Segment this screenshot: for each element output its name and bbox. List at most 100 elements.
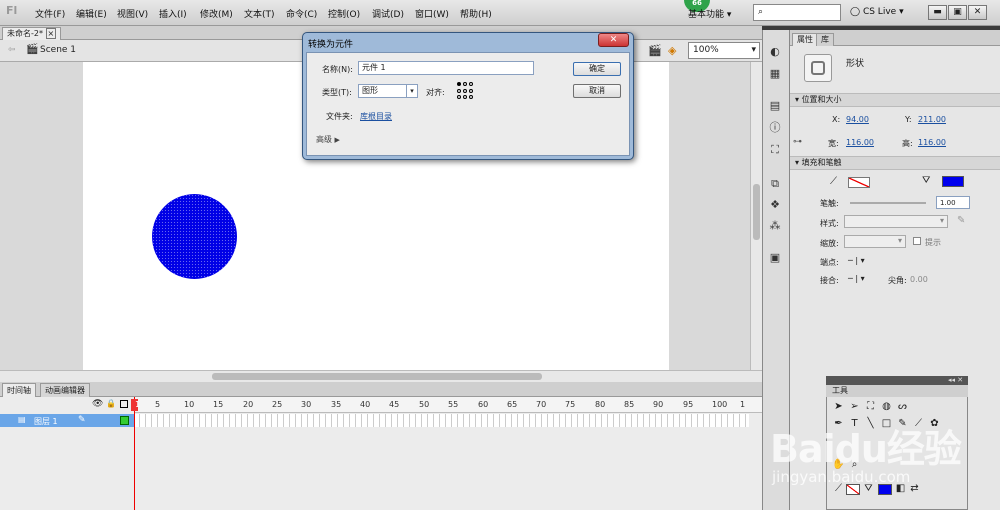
tab-properties[interactable]: 属性 [792,33,818,46]
menu-help[interactable]: 帮助(H) [460,7,492,20]
menu-debug[interactable]: 调试(D) [372,7,404,20]
link-icon[interactable]: ⊶ [793,137,802,147]
symbol-type-value: 图形 [362,86,378,95]
advanced-toggle[interactable]: 高级 ▶ [316,134,340,145]
section-fill-stroke[interactable]: ▾ 填充和笔触 [790,156,1000,170]
scale-select[interactable]: ▾ [844,235,906,248]
transform-icon[interactable]: ⛶ [767,142,783,158]
selection-tool-icon[interactable]: ➤ [832,401,845,413]
close-window-button[interactable]: ✕ [968,5,987,20]
cap-select[interactable]: ─ | ▾ [848,256,865,265]
edit-symbol-icon[interactable]: ◈ [668,44,676,57]
back-arrow-icon[interactable]: ⇦ [8,45,16,55]
symbol-name-input[interactable]: 元件 1 [358,61,534,75]
layer-name[interactable]: 图层 1 [34,416,58,427]
width-label: 宽: [828,139,839,148]
scene-icon: 🎬 [26,44,39,55]
registration-point[interactable] [463,82,467,86]
tab-motion-editor[interactable]: 动画编辑器 [40,383,90,397]
horizontal-scrollbar[interactable] [0,370,762,382]
style-select[interactable]: ▾ [844,215,948,228]
tools-panel-header [826,376,968,385]
3d-rotation-tool-icon[interactable]: ◍ [880,401,893,413]
registration-point[interactable] [457,88,461,93]
motion-presets-icon[interactable]: ⁂ [767,218,783,234]
zoom-select[interactable]: 100% ▾ [688,42,760,59]
hint-checkbox[interactable] [913,237,921,245]
workspace-switcher[interactable]: 基本功能 ▾ [688,7,731,20]
miter-value[interactable]: 0.00 [910,275,928,284]
edit-scene-icon[interactable]: 🎬 [648,44,662,57]
timeline-tick-label: 50 [419,400,430,409]
fill-color-swatch[interactable] [942,176,964,187]
selected-circle-shape[interactable] [152,194,237,279]
subselection-tool-icon[interactable]: ➢ [848,401,861,413]
menu-edit[interactable]: 编辑(E) [76,7,107,20]
document-tab[interactable]: 未命名-2* × [2,27,62,40]
menu-text[interactable]: 文本(T) [244,7,275,20]
search-input[interactable]: ⌕ [753,4,841,21]
vertical-scrollbar[interactable] [750,62,762,370]
ok-button[interactable]: 确定 [573,62,621,76]
timeline-tick-label: 80 [595,400,606,409]
menu-modify[interactable]: 修改(M) [200,7,233,20]
folder-link[interactable]: 库根目录 [360,111,392,122]
menu-insert[interactable]: 插入(I) [159,7,187,20]
stroke-color-swatch[interactable] [848,177,870,188]
registration-point[interactable] [469,88,473,93]
align-icon[interactable]: ▤ [767,98,783,114]
close-tab-icon[interactable]: × [45,28,57,39]
menu-view[interactable]: 视图(V) [117,7,148,20]
cancel-button[interactable]: 取消 [573,84,621,98]
section-position-size[interactable]: ▾ 位置和大小 [790,93,1000,107]
collapse-icon[interactable]: ◂◂ ✕ [948,376,963,384]
lasso-tool-icon[interactable]: ᔕ [896,401,909,413]
cs-live-button[interactable]: ◯ CS Live ▾ [850,7,904,17]
tab-timeline[interactable]: 时间轴 [2,383,36,397]
stroke-input[interactable]: 1.00 [936,196,970,209]
width-value[interactable]: 116.00 [846,138,874,147]
dialog-close-button[interactable]: ✕ [598,33,629,47]
y-value[interactable]: 211.00 [918,115,946,124]
registration-point[interactable] [469,82,473,86]
registration-point[interactable] [457,82,461,86]
scene-label[interactable]: Scene 1 [40,45,76,55]
menu-control[interactable]: 控制(O) [328,7,360,20]
menu-commands[interactable]: 命令(C) [286,7,317,20]
folder-label: 文件夹: [326,112,353,121]
info-icon[interactable]: ⓘ [767,120,783,136]
swatches-icon[interactable]: ▦ [767,66,783,82]
timeline-tick-label: 1 [135,400,141,409]
registration-point[interactable] [463,95,467,100]
join-select[interactable]: ─ | ▾ [848,274,865,283]
registration-point[interactable] [469,95,473,100]
free-transform-tool-icon[interactable]: ⛶ [864,401,877,413]
menu-file[interactable]: 文件(F) [35,7,65,20]
lock-icon[interactable]: 🔒 [106,399,116,408]
edit-stroke-style-icon[interactable]: ✎ [957,215,965,226]
registration-point[interactable] [463,88,467,93]
components-icon[interactable]: ❖ [767,197,783,213]
timeline-tick-label: 55 [448,400,459,409]
tab-library[interactable]: 库 [816,33,834,46]
timeline-tick-label: 100 [712,400,728,409]
stroke-slider[interactable] [850,202,926,204]
frame-cells[interactable] [134,414,749,427]
x-value[interactable]: 94.00 [846,115,869,124]
symbol-type-select[interactable]: 图形 ▾ [358,84,418,98]
height-value[interactable]: 116.00 [918,138,946,147]
registration-point[interactable] [457,95,461,100]
color-icon[interactable]: ◐ [767,44,783,60]
scroll-thumb[interactable] [212,373,542,380]
minimize-button[interactable]: ▬ [928,5,947,20]
menu-window[interactable]: 窗口(W) [415,7,449,20]
scroll-thumb[interactable] [753,184,760,240]
layer-outline-color[interactable] [120,416,129,425]
outline-icon[interactable] [120,400,128,408]
restore-button[interactable]: ▣ [948,5,967,20]
history-icon[interactable]: ⧉ [767,176,783,192]
movie-explorer-icon[interactable]: ▣ [767,250,783,266]
eye-icon[interactable]: 👁 [92,399,103,409]
registration-grid[interactable] [457,82,475,100]
playhead[interactable] [134,397,135,510]
